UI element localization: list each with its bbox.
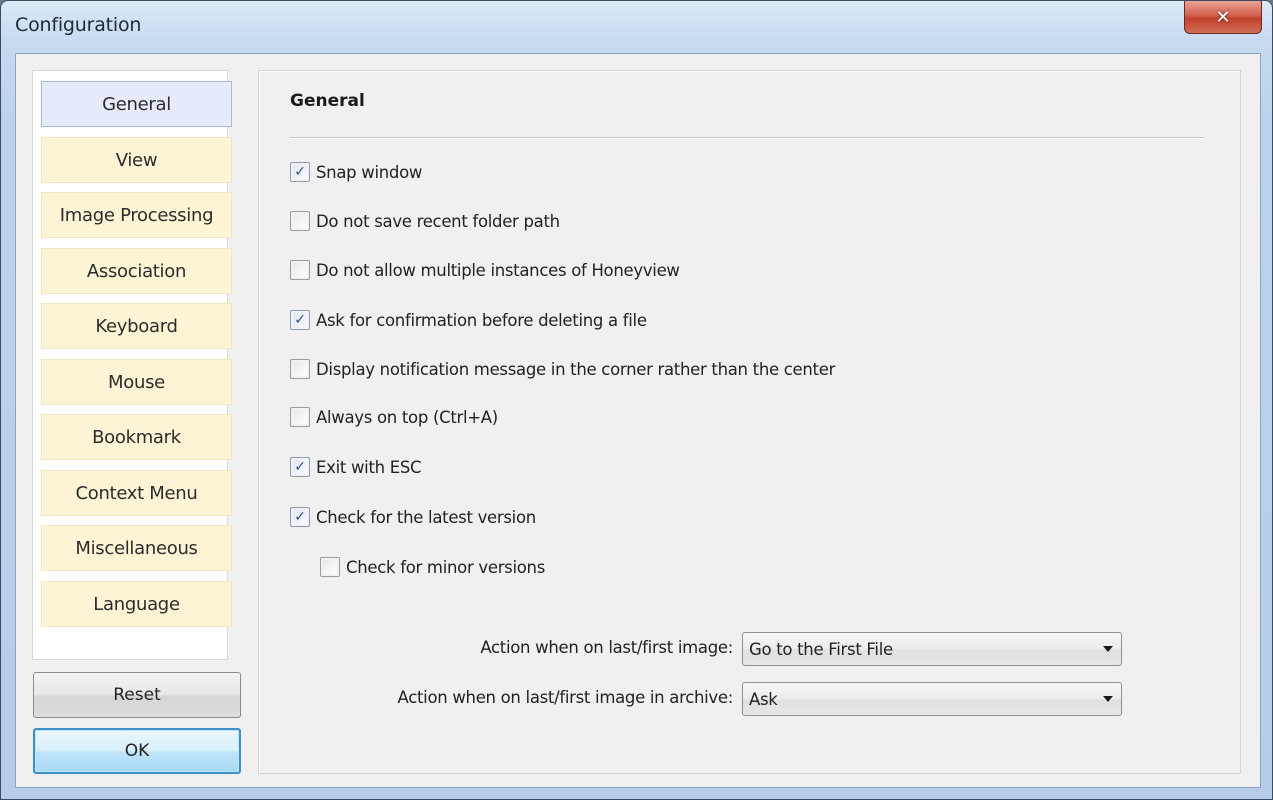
checkbox[interactable]: ✓ bbox=[290, 310, 310, 330]
sidebar-item-label: View bbox=[115, 149, 158, 171]
ok-button-label: OK bbox=[124, 741, 150, 761]
option-notification-corner[interactable]: Display notification message in the corn… bbox=[290, 357, 835, 381]
option-confirm-delete[interactable]: ✓ Ask for confirmation before deleting a… bbox=[290, 308, 647, 332]
last-first-image-action-select[interactable]: Go to the First File bbox=[742, 632, 1122, 666]
sidebar-item-miscellaneous[interactable]: Miscellaneous bbox=[41, 525, 232, 571]
sidebar-item-keyboard[interactable]: Keyboard bbox=[41, 303, 232, 349]
window-title: Configuration bbox=[15, 14, 142, 36]
sidebar-item-label: Keyboard bbox=[95, 315, 178, 337]
option-single-instance[interactable]: Do not allow multiple instances of Honey… bbox=[290, 258, 680, 282]
option-label: Exit with ESC bbox=[316, 457, 422, 477]
section-title: General bbox=[290, 91, 365, 111]
last-first-image-action-label: Action when on last/first image: bbox=[480, 638, 733, 657]
option-snap-window[interactable]: ✓ Snap window bbox=[290, 160, 422, 184]
sidebar-item-label: Miscellaneous bbox=[75, 537, 198, 559]
archive-image-action-label: Action when on last/first image in archi… bbox=[397, 688, 734, 707]
option-label: Display notification message in the corn… bbox=[316, 359, 836, 379]
sidebar-item-label: Image Processing bbox=[59, 204, 214, 226]
checkbox[interactable]: ✓ bbox=[290, 507, 310, 527]
checkbox[interactable] bbox=[290, 407, 310, 427]
category-list: General View Image Processing Associatio… bbox=[32, 70, 232, 660]
option-label: Check for minor versions bbox=[346, 557, 546, 577]
close-button[interactable]: ✕ bbox=[1184, 1, 1262, 34]
check-icon: ✓ bbox=[294, 509, 306, 525]
option-label: Do not allow multiple instances of Honey… bbox=[316, 260, 680, 280]
checkbox[interactable]: ✓ bbox=[290, 457, 310, 477]
reset-button-label: Reset bbox=[113, 685, 161, 705]
sidebar-item-view[interactable]: View bbox=[41, 137, 232, 183]
dropdown-arrow-icon bbox=[1103, 646, 1113, 652]
sidebar-item-label: Bookmark bbox=[92, 426, 181, 448]
sidebar-item-label: Mouse bbox=[108, 371, 165, 393]
sidebar-item-image-processing[interactable]: Image Processing bbox=[41, 192, 232, 238]
sidebar-item-bookmark[interactable]: Bookmark bbox=[41, 414, 232, 460]
option-label: Ask for confirmation before deleting a f… bbox=[316, 310, 647, 330]
dropdown-arrow-icon bbox=[1103, 696, 1113, 702]
option-label: Snap window bbox=[316, 162, 423, 182]
configuration-window: Configuration ✕ General View Image Proce… bbox=[0, 0, 1273, 800]
sidebar-item-context-menu[interactable]: Context Menu bbox=[41, 470, 232, 516]
checkbox[interactable] bbox=[290, 260, 310, 280]
sidebar-item-language[interactable]: Language bbox=[41, 581, 232, 627]
reset-button[interactable]: Reset bbox=[33, 672, 241, 718]
separator bbox=[290, 137, 1203, 139]
check-icon: ✓ bbox=[294, 164, 306, 180]
sidebar-item-mouse[interactable]: Mouse bbox=[41, 359, 232, 405]
sidebar-item-general[interactable]: General bbox=[41, 81, 232, 127]
checkbox[interactable]: ✓ bbox=[290, 162, 310, 182]
checkbox[interactable] bbox=[320, 557, 340, 577]
option-label: Do not save recent folder path bbox=[316, 211, 560, 231]
check-icon: ✓ bbox=[294, 312, 306, 328]
settings-panel: General ✓ Snap window Do not save recent… bbox=[258, 70, 1241, 774]
sidebar-item-label: General bbox=[102, 93, 171, 115]
checkbox[interactable] bbox=[290, 211, 310, 231]
title-bar[interactable]: Configuration ✕ bbox=[1, 1, 1272, 51]
option-always-on-top[interactable]: Always on top (Ctrl+A) bbox=[290, 405, 498, 429]
select-value: Go to the First File bbox=[749, 639, 893, 659]
option-label: Check for the latest version bbox=[316, 507, 536, 527]
checkbox[interactable] bbox=[290, 359, 310, 379]
option-exit-with-esc[interactable]: ✓ Exit with ESC bbox=[290, 455, 422, 479]
option-check-minor-versions[interactable]: Check for minor versions bbox=[320, 555, 545, 579]
check-icon: ✓ bbox=[294, 459, 306, 475]
dialog-client-area: General View Image Processing Associatio… bbox=[15, 53, 1261, 788]
select-value: Ask bbox=[749, 689, 778, 709]
close-x-icon: ✕ bbox=[1215, 6, 1231, 28]
archive-image-action-select[interactable]: Ask bbox=[742, 682, 1122, 716]
sidebar-item-association[interactable]: Association bbox=[41, 248, 232, 294]
ok-button[interactable]: OK bbox=[33, 728, 241, 774]
option-label: Always on top (Ctrl+A) bbox=[316, 407, 498, 427]
sidebar-item-label: Context Menu bbox=[75, 482, 198, 504]
sidebar-item-label: Association bbox=[86, 260, 187, 282]
option-do-not-save-recent-folder[interactable]: Do not save recent folder path bbox=[290, 209, 560, 233]
option-check-latest-version[interactable]: ✓ Check for the latest version bbox=[290, 505, 536, 529]
sidebar-item-label: Language bbox=[93, 593, 180, 615]
